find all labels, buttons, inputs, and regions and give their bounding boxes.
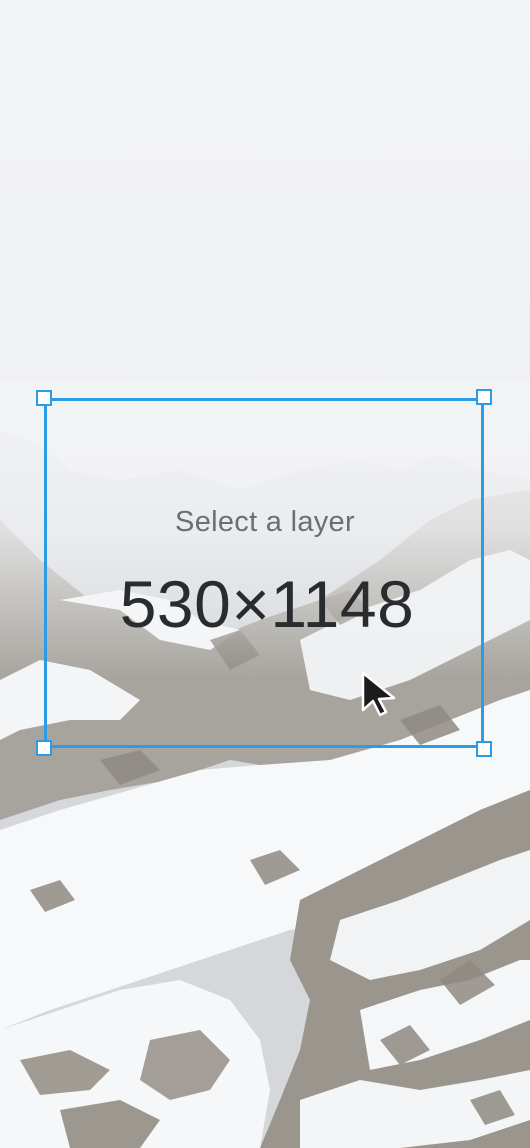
resize-handle-bottom-right[interactable]: [476, 741, 492, 757]
select-layer-hint: Select a layer: [175, 506, 355, 538]
resize-handle-top-right[interactable]: [476, 389, 492, 405]
design-canvas[interactable]: Select a layer 530×1148: [0, 0, 530, 1148]
resize-handle-bottom-left[interactable]: [36, 740, 52, 756]
canvas-dimensions-label: 530×1148: [119, 567, 415, 641]
resize-handle-top-left[interactable]: [36, 390, 52, 406]
arrow-pointer-icon: [361, 671, 396, 717]
